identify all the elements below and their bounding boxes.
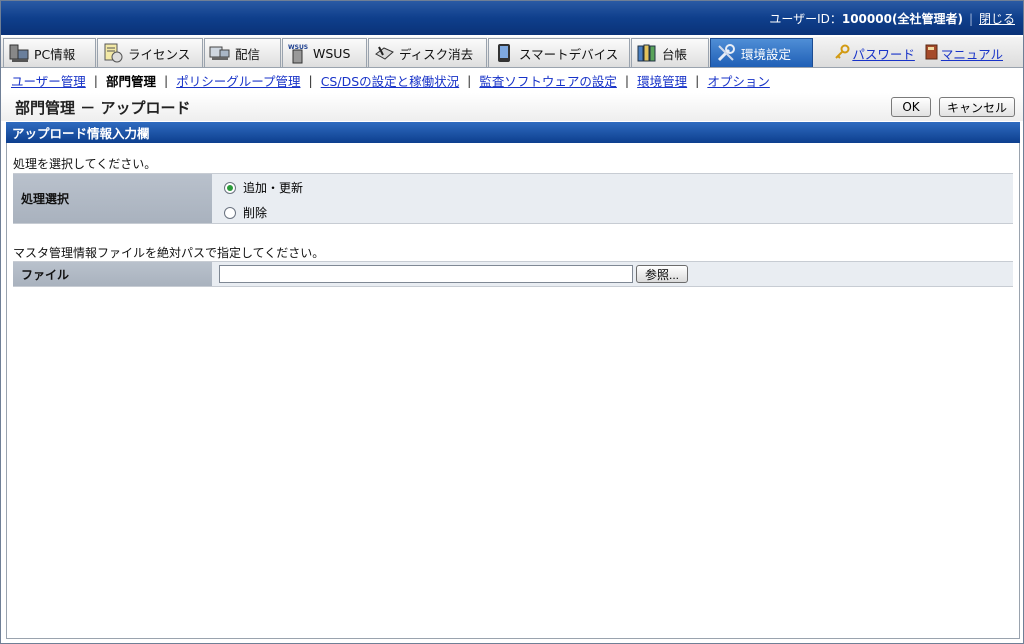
file-path-input[interactable] xyxy=(219,265,633,283)
file-instruction: マスタ管理情報ファイルを絶対パスで指定してください。 xyxy=(13,246,325,260)
ledger-icon xyxy=(636,42,658,64)
form-area: 処理を選択してください。 処理選択 追加・更新 削除 マスタ管理情報ファイルを絶… xyxy=(6,143,1020,639)
sub-navigation: ユーザー管理 | 部門管理 | ポリシーグループ管理 | CS/DSの設定と稼働… xyxy=(1,69,1023,91)
radio-delete[interactable]: 削除 xyxy=(224,204,267,221)
file-label: ファイル xyxy=(13,262,212,286)
subnav-environment-management[interactable]: 環境管理 xyxy=(637,71,687,90)
user-id-label: ユーザーID： xyxy=(769,12,842,26)
tab-wsus[interactable]: WSUS WSUS xyxy=(282,38,367,67)
tab-label: 環境設定 xyxy=(741,46,792,62)
subnav-audit-software[interactable]: 監査ソフトウェアの設定 xyxy=(479,71,617,90)
process-instruction: 処理を選択してください。 xyxy=(13,157,157,171)
page-title: 部門管理 － アップロード xyxy=(15,99,191,117)
tab-disk-erase[interactable]: ディスク消去 xyxy=(368,38,487,67)
section-header: アップロード情報入力欄 xyxy=(6,122,1020,143)
separator: | xyxy=(164,72,169,88)
tab-label: WSUS xyxy=(313,45,351,61)
tab-label: 配信 xyxy=(235,46,261,62)
tools-icon xyxy=(715,42,737,64)
subnav-user-management[interactable]: ユーザー管理 xyxy=(11,71,86,90)
browse-button[interactable]: 参照... xyxy=(636,265,688,283)
wsus-icon: WSUS xyxy=(287,42,309,64)
manual-link[interactable]: マニュアル xyxy=(941,44,1003,63)
tab-label: PC情報 xyxy=(34,46,76,62)
tab-ledger[interactable]: 台帳 xyxy=(631,38,709,67)
user-id-value: 100000(全社管理者) xyxy=(841,12,963,26)
disk-erase-icon xyxy=(373,42,395,64)
process-row: 処理選択 追加・更新 削除 xyxy=(13,173,1013,224)
app-window: ユーザーID：100000(全社管理者) | 閉じる PC情報 ライセンス 配信 W… xyxy=(0,0,1024,644)
pc-icon xyxy=(8,42,30,64)
ok-button[interactable]: OK xyxy=(891,97,931,117)
process-options: 追加・更新 削除 xyxy=(212,174,1013,223)
close-link[interactable]: 閉じる xyxy=(979,12,1015,26)
key-icon xyxy=(834,44,850,63)
radio-label: 追加・更新 xyxy=(243,181,304,195)
tab-environment-settings[interactable]: 環境設定 xyxy=(710,38,813,67)
separator: | xyxy=(968,12,973,26)
separator: | xyxy=(467,72,472,88)
smartphone-icon xyxy=(493,42,515,64)
tab-license[interactable]: ライセンス xyxy=(97,38,203,67)
utility-links: パスワード マニュアル xyxy=(834,44,1013,63)
separator: | xyxy=(695,72,700,88)
user-info: ユーザーID：100000(全社管理者) | 閉じる xyxy=(769,10,1015,27)
radio-label: 削除 xyxy=(243,206,268,220)
subnav-cs-ds-settings[interactable]: CS/DSの設定と稼働状況 xyxy=(321,71,459,90)
tab-label: スマートデバイス xyxy=(519,46,619,62)
radio-checked-icon xyxy=(224,181,236,194)
radio-unchecked-icon xyxy=(224,206,236,219)
cancel-button[interactable]: キャンセル xyxy=(939,97,1015,117)
separator: | xyxy=(624,72,630,88)
subnav-department-management: 部門管理 xyxy=(105,73,156,89)
subnav-policy-group[interactable]: ポリシーグループ管理 xyxy=(176,71,300,90)
delivery-icon xyxy=(209,42,231,64)
process-label: 処理選択 xyxy=(13,174,212,223)
password-link[interactable]: パスワード xyxy=(852,44,915,63)
radio-add-update[interactable]: 追加・更新 xyxy=(224,179,303,196)
file-input-area: 参照... xyxy=(212,262,1013,286)
tab-pc-info[interactable]: PC情報 xyxy=(3,38,96,67)
subnav-options[interactable]: オプション xyxy=(707,71,770,90)
title-row: 部門管理 － アップロード OK キャンセル xyxy=(1,93,1023,121)
file-row: ファイル 参照... xyxy=(13,261,1013,287)
tab-delivery[interactable]: 配信 xyxy=(204,38,281,67)
tab-smart-device[interactable]: スマートデバイス xyxy=(488,38,630,67)
tab-label: ディスク消去 xyxy=(399,46,474,62)
top-header: ユーザーID：100000(全社管理者) | 閉じる xyxy=(1,1,1023,35)
main-tabs: PC情報 ライセンス 配信 WSUS WSUS ディスク消去 スマートデバイス … xyxy=(1,37,1023,68)
separator: | xyxy=(93,72,98,88)
tab-label: 台帳 xyxy=(662,46,688,62)
manual-book-icon xyxy=(925,44,939,63)
license-icon xyxy=(102,42,124,64)
separator: | xyxy=(308,72,313,88)
tab-label: ライセンス xyxy=(128,46,191,62)
